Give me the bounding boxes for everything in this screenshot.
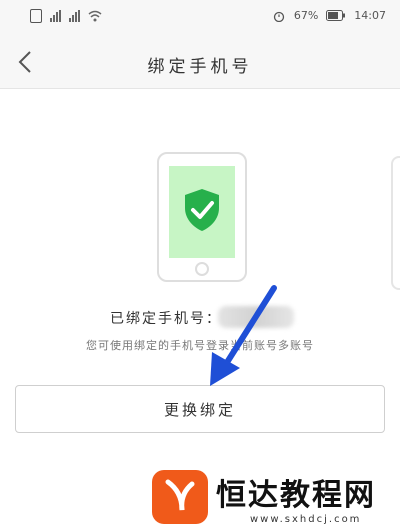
nav-bar: 绑定手机号: [0, 36, 400, 89]
status-bar: 67% 14:07: [0, 0, 400, 36]
wifi-icon: [88, 10, 102, 22]
sim-icon: [30, 9, 42, 23]
signal-icon: [69, 10, 80, 22]
phone-screen: [169, 166, 235, 258]
logo-icon: [152, 470, 208, 524]
status-left: [30, 9, 102, 23]
phone-illustration: [157, 152, 247, 282]
page-title: 绑定手机号: [147, 57, 253, 77]
arrow-icon: [210, 285, 277, 386]
battery-percent: 67%: [293, 9, 319, 22]
phone-home-button: [195, 262, 209, 276]
brand-name: 恒达教程网: [216, 478, 376, 513]
next-card-peek: [391, 156, 400, 290]
alarm-icon: [273, 11, 284, 22]
shield-check-icon: [185, 189, 219, 231]
status-right: 67% 14:07: [272, 9, 386, 22]
change-binding-button[interactable]: 更换绑定: [15, 385, 385, 433]
brand-url: www.sxhdcj.com: [250, 514, 362, 525]
status-time: 14:07: [354, 9, 386, 22]
watermark: 恒达教程网 www.sxhdcj.com: [150, 470, 400, 529]
battery-icon: [326, 10, 346, 21]
signal-icon: [50, 10, 61, 22]
logo-leaf-icon: [165, 479, 195, 511]
